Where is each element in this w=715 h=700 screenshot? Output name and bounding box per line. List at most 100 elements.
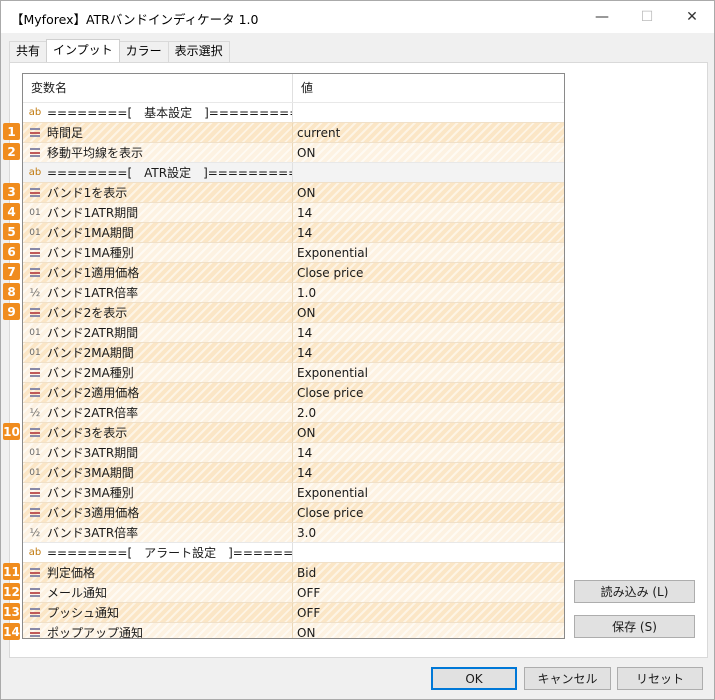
value-cell[interactable]: Close price <box>292 503 564 522</box>
value-cell[interactable]: Exponential <box>292 483 564 502</box>
integer-type-icon: 01 <box>29 467 41 478</box>
table-row[interactable]: メール通知 OFF <box>23 582 564 602</box>
value-cell[interactable]: ON <box>292 183 564 202</box>
header-variable: 変数名 <box>31 81 68 95</box>
variable-name: バンド2ATR期間 <box>47 326 139 340</box>
value-cell[interactable]: ON <box>292 423 564 442</box>
table-row[interactable]: プッシュ通知 OFF <box>23 602 564 622</box>
table-row[interactable]: 01 バンド3MA期間 14 <box>23 462 564 482</box>
number-badge: 1 <box>3 123 20 140</box>
enum-type-icon <box>30 268 40 277</box>
value-cell[interactable]: Exponential <box>292 363 564 382</box>
header-value: 値 <box>292 74 564 102</box>
value-cell[interactable]: 14 <box>292 323 564 342</box>
number-badge: 3 <box>3 183 20 200</box>
table-row[interactable]: バンド2を表示 ON <box>23 302 564 322</box>
value-cell[interactable]: Close price <box>292 383 564 402</box>
number-badge: 11 <box>3 563 20 580</box>
tab-common[interactable]: 共有 <box>9 41 48 62</box>
table-row[interactable]: 判定価格 Bid <box>23 562 564 582</box>
variable-name: ========[ ATR設定 ]========= <box>47 166 292 180</box>
minimize-button[interactable]: — <box>579 1 625 33</box>
variable-name: バンド1ATR期間 <box>47 206 139 220</box>
variable-cell: バンド1適用価格 <box>23 263 292 282</box>
table-row[interactable]: 01 バンド1ATR期間 14 <box>23 202 564 222</box>
value-cell[interactable]: 14 <box>292 443 564 462</box>
value-cell[interactable]: 2.0 <box>292 403 564 422</box>
number-badge: 13 <box>3 603 20 620</box>
table-row[interactable]: ½ バンド1ATR倍率 1.0 <box>23 282 564 302</box>
enum-type-icon <box>30 508 40 517</box>
section-row[interactable]: ab ========[ アラート設定 ]========= <box>23 542 564 562</box>
variable-cell: バンド3を表示 <box>23 423 292 442</box>
variable-cell: 01 バンド3ATR期間 <box>23 443 292 462</box>
variable-cell: 移動平均線を表示 <box>23 143 292 162</box>
table-row[interactable]: バンド3MA種別 Exponential <box>23 482 564 502</box>
value-cell[interactable]: Exponential <box>292 243 564 262</box>
section-row[interactable]: ab ========[ ATR設定 ]========= <box>23 162 564 182</box>
value-cell[interactable] <box>292 103 564 122</box>
value-cell[interactable]: 14 <box>292 203 564 222</box>
table-row[interactable]: ポップアップ通知 ON <box>23 622 564 638</box>
table-row[interactable]: 01 バンド3ATR期間 14 <box>23 442 564 462</box>
table-row[interactable]: ½ バンド3ATR倍率 3.0 <box>23 522 564 542</box>
variable-name: バンド1適用価格 <box>47 266 140 280</box>
number-badge: 12 <box>3 583 20 600</box>
value-cell[interactable]: ON <box>292 623 564 638</box>
table-row[interactable]: バンド3適用価格 Close price <box>23 502 564 522</box>
variable-cell: ab ========[ アラート設定 ]========= <box>23 543 292 562</box>
enum-type-icon <box>30 128 40 137</box>
enum-type-icon <box>30 308 40 317</box>
double-type-icon: ½ <box>29 406 41 419</box>
table-row[interactable]: バンド3を表示 ON <box>23 422 564 442</box>
number-badge: 4 <box>3 203 20 220</box>
number-badge: 6 <box>3 243 20 260</box>
table-row[interactable]: バンド2適用価格 Close price <box>23 382 564 402</box>
table-row[interactable]: バンド1を表示 ON <box>23 182 564 202</box>
table-row[interactable]: 時間足 current <box>23 122 564 142</box>
table-row[interactable]: バンド2MA種別 Exponential <box>23 362 564 382</box>
value-cell[interactable]: 3.0 <box>292 523 564 542</box>
variable-name: バンド3MA期間 <box>47 466 134 480</box>
close-button[interactable]: ✕ <box>669 1 715 33</box>
tab-colors[interactable]: カラー <box>118 41 169 62</box>
cancel-button[interactable]: キャンセル <box>524 667 611 690</box>
value-cell[interactable] <box>292 163 564 182</box>
variable-cell: ab ========[ 基本設定 ]========= <box>23 103 292 122</box>
table-row[interactable]: 01 バンド2ATR期間 14 <box>23 322 564 342</box>
tab-inputs[interactable]: インプット <box>46 39 120 62</box>
table-row[interactable]: 移動平均線を表示 ON <box>23 142 564 162</box>
section-row[interactable]: ab ========[ 基本設定 ]========= <box>23 102 564 122</box>
value-cell[interactable]: ON <box>292 303 564 322</box>
value-cell[interactable]: OFF <box>292 603 564 622</box>
table-row[interactable]: 01 バンド1MA期間 14 <box>23 222 564 242</box>
save-button[interactable]: 保存 (S) <box>574 615 695 638</box>
table-row[interactable]: ½ バンド2ATR倍率 2.0 <box>23 402 564 422</box>
variable-name: バンド1を表示 <box>47 186 128 200</box>
table-row[interactable]: 01 バンド2MA期間 14 <box>23 342 564 362</box>
tab-visualization[interactable]: 表示選択 <box>167 41 230 62</box>
value-cell[interactable] <box>292 543 564 562</box>
value-cell[interactable]: current <box>292 123 564 142</box>
ok-button[interactable]: OK <box>431 667 517 690</box>
maximize-button[interactable]: ☐ <box>624 1 670 33</box>
value-cell[interactable]: ON <box>292 143 564 162</box>
load-button[interactable]: 読み込み (L) <box>574 580 695 603</box>
table-row[interactable]: バンド1適用価格 Close price <box>23 262 564 282</box>
variable-name: ========[ アラート設定 ]========= <box>47 546 292 560</box>
value-cell[interactable]: Bid <box>292 563 564 582</box>
value-cell[interactable]: Close price <box>292 263 564 282</box>
number-badge: 9 <box>3 303 20 320</box>
value-cell[interactable]: 14 <box>292 223 564 242</box>
reset-button[interactable]: リセット <box>617 667 703 690</box>
table-row[interactable]: バンド1MA種別 Exponential <box>23 242 564 262</box>
variable-name: バンド1MA期間 <box>47 226 134 240</box>
variable-name: バンド2MA種別 <box>47 366 134 380</box>
variable-name: メール通知 <box>47 586 108 600</box>
value-cell[interactable]: 1.0 <box>292 283 564 302</box>
value-cell[interactable]: OFF <box>292 583 564 602</box>
enum-type-icon <box>30 388 40 397</box>
value-cell[interactable]: 14 <box>292 343 564 362</box>
variable-name: バンド2ATR倍率 <box>47 406 139 420</box>
value-cell[interactable]: 14 <box>292 463 564 482</box>
